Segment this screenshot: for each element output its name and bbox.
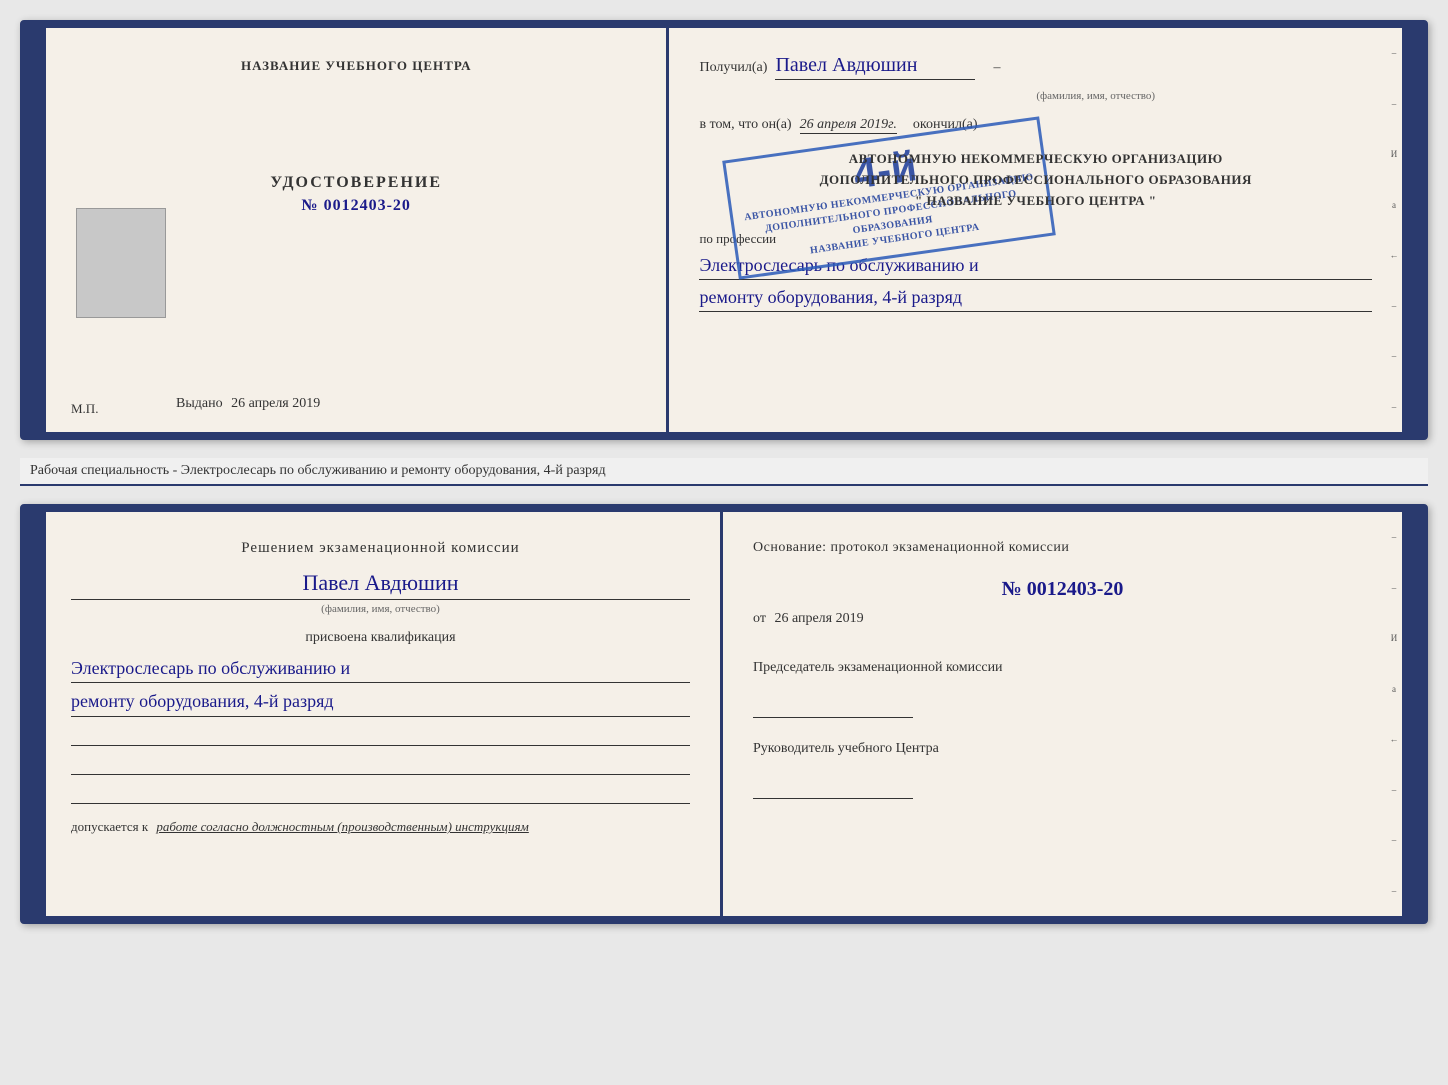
blank-line2 bbox=[71, 750, 690, 775]
top-document: НАЗВАНИЕ УЧЕБНОГО ЦЕНТРА УДОСТОВЕРЕНИЕ №… bbox=[20, 20, 1428, 440]
bottom-right-page: Основание: протокол экзаменационной коми… bbox=[723, 512, 1402, 916]
protocol-number: № 0012403-20 bbox=[753, 578, 1372, 601]
допускается-label: допускается к bbox=[71, 819, 148, 834]
spine-right bbox=[1402, 28, 1420, 432]
mark-i: И bbox=[1391, 149, 1398, 159]
from-date: от 26 апреля 2019 bbox=[753, 611, 1372, 627]
bottom-left-page: Решением экзаменационной комиссии Павел … bbox=[46, 512, 723, 916]
mp-label: М.П. bbox=[71, 401, 98, 417]
dash1: – bbox=[1392, 48, 1397, 58]
spine-right-bottom bbox=[1402, 512, 1420, 916]
recipient-name: Павел Авдюшин bbox=[775, 53, 975, 80]
side-marks-right: – – И а ← – – – bbox=[1386, 28, 1402, 432]
org-line2: ДОПОЛНИТЕЛЬНОГО ПРОФЕССИОНАЛЬНОГО ОБРАЗО… bbox=[699, 170, 1372, 191]
side-marks-bottom-right: – – И а ← – – – bbox=[1386, 512, 1402, 916]
in-that-label: в том, что он(а) bbox=[699, 117, 791, 133]
spine-left bbox=[28, 28, 46, 432]
org-block: АВТОНОМНУЮ НЕКОММЕРЧЕСКУЮ ОРГАНИЗАЦИЮ ДО… bbox=[699, 149, 1372, 211]
qual-text1: Электрослесарь по обслуживанию и bbox=[71, 654, 690, 684]
completion-date: 26 апреля 2019г. bbox=[800, 117, 897, 134]
допускается-line: допускается к работе согласно должностны… bbox=[71, 819, 690, 835]
recipient-label: Получил(а) bbox=[699, 60, 767, 76]
head-title: Руководитель учебного Центра bbox=[753, 738, 1372, 759]
org-name: " НАЗВАНИЕ УЧЕБНОГО ЦЕНТРА " bbox=[699, 191, 1372, 212]
head-block: Руководитель учебного Центра bbox=[753, 738, 1372, 799]
name-subtitle-top: (фамилия, имя, отчество) bbox=[819, 90, 1372, 102]
bdash5: – bbox=[1392, 886, 1397, 896]
bdash2: – bbox=[1392, 583, 1397, 593]
separator-text: Рабочая специальность - Электрослесарь п… bbox=[20, 458, 1428, 486]
qual-text2: ремонту оборудования, 4-й разряд bbox=[71, 687, 690, 717]
org-line1: АВТОНОМНУЮ НЕКОММЕРЧЕСКУЮ ОРГАНИЗАЦИЮ bbox=[699, 149, 1372, 170]
chairman-block: Председатель экзаменационной комиссии bbox=[753, 657, 1372, 718]
bmark-i: И bbox=[1391, 633, 1398, 643]
mark-a: а bbox=[1392, 200, 1396, 210]
bdash1: – bbox=[1392, 532, 1397, 542]
bdash3: – bbox=[1392, 785, 1397, 795]
name-sub-bottom: (фамилия, имя, отчество) bbox=[71, 603, 690, 615]
commission-heading: Решением экзаменационной комиссии bbox=[71, 537, 690, 560]
spine-left-bottom bbox=[28, 512, 46, 916]
school-name-header: НАЗВАНИЕ УЧЕБНОГО ЦЕНТРА bbox=[241, 58, 472, 74]
from-label: от bbox=[753, 611, 766, 626]
dash5: – bbox=[1392, 402, 1397, 412]
left-page-top: НАЗВАНИЕ УЧЕБНОГО ЦЕНТРА УДОСТОВЕРЕНИЕ №… bbox=[46, 28, 669, 432]
osnov-heading: Основание: протокол экзаменационной коми… bbox=[753, 537, 1372, 558]
chairman-sig-line bbox=[753, 698, 913, 718]
photo-placeholder bbox=[76, 208, 166, 318]
dash2: – bbox=[1392, 99, 1397, 109]
issued-label: Выдано bbox=[176, 396, 223, 411]
certificate-title-block: УДОСТОВЕРЕНИЕ № 0012403-20 bbox=[270, 174, 442, 215]
recipient-line: Получил(а) Павел Авдюшин – bbox=[699, 53, 1372, 80]
bdash4: – bbox=[1392, 835, 1397, 845]
head-sig-line bbox=[753, 779, 913, 799]
person-name-bottom: Павел Авдюшин bbox=[71, 570, 690, 600]
issued-date: Выдано 26 апреля 2019 bbox=[176, 396, 636, 412]
profession-line2: ремонту оборудования, 4-й разряд bbox=[699, 284, 1372, 312]
blank-line3 bbox=[71, 779, 690, 804]
bmark-a: а bbox=[1392, 684, 1396, 694]
dash3: – bbox=[1392, 301, 1397, 311]
right-page-top: Получил(а) Павел Авдюшин – (фамилия, имя… bbox=[669, 28, 1402, 432]
допускается-value: работе согласно должностным (производств… bbox=[156, 819, 528, 834]
from-date-value: 26 апреля 2019 bbox=[774, 611, 863, 626]
issued-date-value: 26 апреля 2019 bbox=[231, 396, 320, 411]
cert-title-text: УДОСТОВЕРЕНИЕ bbox=[270, 174, 442, 192]
blank-line1 bbox=[71, 721, 690, 746]
bottom-document: Решением экзаменационной комиссии Павел … bbox=[20, 504, 1428, 924]
cert-number: № 0012403-20 bbox=[270, 197, 442, 215]
mark-arrow: ← bbox=[1390, 250, 1399, 260]
bmark-arrow: ← bbox=[1390, 734, 1399, 744]
dash4: – bbox=[1392, 351, 1397, 361]
qualification-label: присвоена квалификация bbox=[71, 630, 690, 646]
chairman-title: Председатель экзаменационной комиссии bbox=[753, 657, 1372, 678]
